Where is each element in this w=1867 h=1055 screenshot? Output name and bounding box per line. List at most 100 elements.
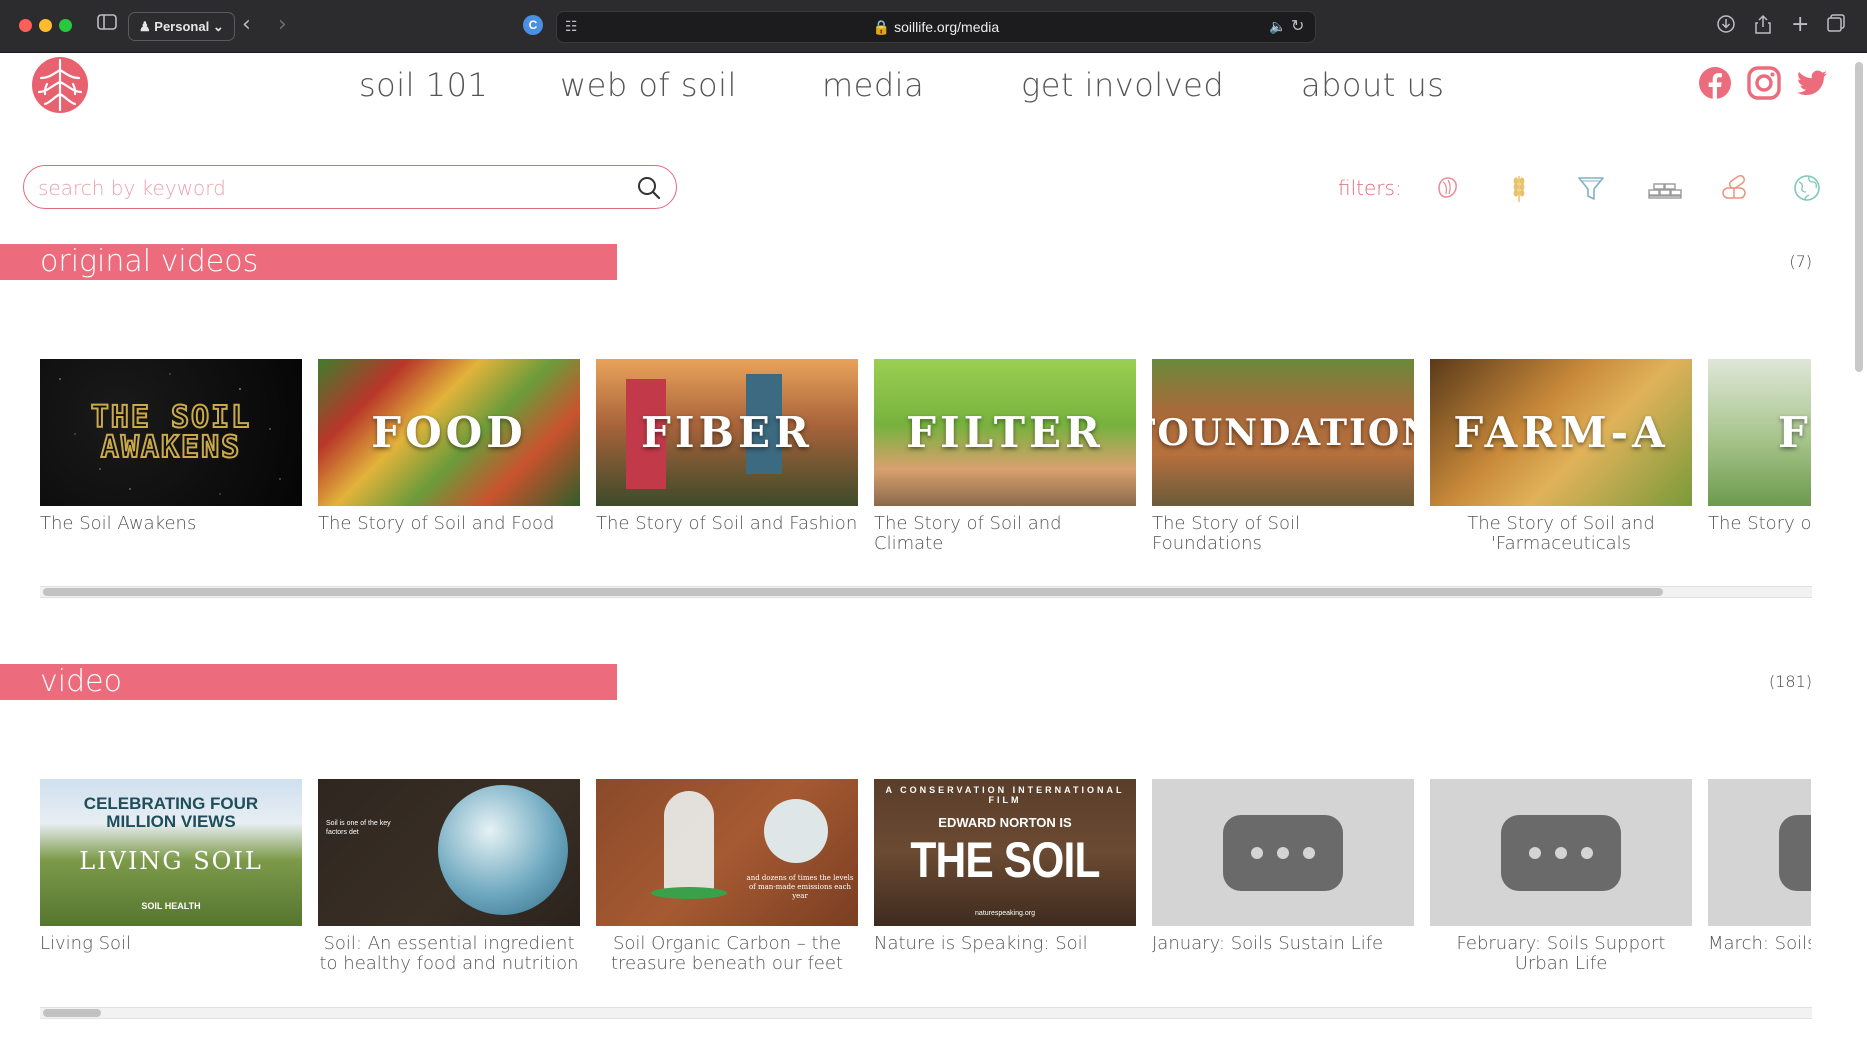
globe-image — [438, 785, 568, 915]
video-caption: The Story of Soil and Food — [318, 513, 555, 534]
video-card[interactable]: CELEBRATING FOUR MILLION VIEWS LIVING SO… — [40, 779, 302, 954]
globe-filter-icon[interactable] — [1791, 172, 1823, 204]
nav-about-us[interactable]: about us — [1301, 66, 1444, 104]
video-thumbnail[interactable]: FOOD — [318, 359, 580, 506]
sidebar-icon[interactable] — [97, 14, 117, 36]
search-icon[interactable] — [636, 175, 662, 201]
video-unavailable-icon — [1779, 815, 1811, 891]
video-card[interactable]: March: Soils — [1708, 779, 1811, 954]
video-thumbnail[interactable]: FIBER — [596, 359, 858, 506]
video-card[interactable]: FIBER The Story of Soil and Fashion — [596, 359, 858, 534]
extension-icon[interactable]: C — [523, 15, 543, 35]
share-icon[interactable] — [1754, 14, 1772, 40]
search-input[interactable] — [36, 172, 620, 204]
video-scrollbar[interactable] — [40, 1007, 1812, 1019]
minimize-window-button[interactable] — [39, 19, 52, 32]
video-unavailable-icon — [1223, 815, 1343, 891]
video-caption: The Story of Soil Foundations — [1152, 513, 1300, 554]
tab-overview-icon[interactable] — [1827, 14, 1845, 38]
section-title: original videos — [40, 244, 259, 279]
thumbnail-title: EDWARD NORTON IS — [938, 815, 1072, 830]
thumbnail-title: FILTER — [906, 408, 1104, 457]
pills-filter-icon[interactable] — [1719, 172, 1751, 204]
section-header-original-videos: original videos — [0, 244, 617, 280]
scrollbar-thumb[interactable] — [43, 1009, 101, 1017]
funnel-filter-icon[interactable] — [1575, 172, 1607, 204]
back-icon[interactable]: ‹ — [242, 14, 251, 36]
video-card[interactable]: and dozens of times the levels of man-ma… — [596, 779, 858, 974]
video-thumbnail[interactable]: Soil is one of the key factors det — [318, 779, 580, 926]
video-card[interactable]: A CONSERVATION INTERNATIONAL FILM EDWARD… — [874, 779, 1136, 954]
video-card[interactable]: THE SOIL AWAKENS The Soil Awakens — [40, 359, 302, 534]
video-caption: Living Soil — [40, 933, 132, 954]
video-thumbnail[interactable]: FARM-A — [1430, 359, 1692, 506]
soil-life-logo[interactable] — [31, 56, 89, 114]
original-videos-scrollbar[interactable] — [40, 586, 1812, 598]
video-card[interactable]: February: Soils Support Urban Life — [1430, 779, 1692, 974]
profile-switcher[interactable]: ♟ Personal ⌄ — [128, 12, 235, 41]
video-thumbnail[interactable]: and dozens of times the levels of man-ma… — [596, 779, 858, 926]
zoom-window-button[interactable] — [59, 19, 72, 32]
video-thumbnail[interactable] — [1708, 779, 1811, 926]
audio-playing-icon[interactable]: 🔈 — [1269, 16, 1286, 38]
person-icon: ♟ — [139, 19, 151, 34]
twitter-icon[interactable] — [1795, 66, 1829, 100]
facebook-icon[interactable] — [1698, 66, 1732, 100]
page-scrollbar-thumb[interactable] — [1855, 62, 1863, 372]
scrollbar-thumb[interactable] — [43, 588, 1663, 596]
video-thumbnail[interactable]: A CONSERVATION INTERNATIONAL FILM EDWARD… — [874, 779, 1136, 926]
video-card[interactable]: FILTER The Story of Soil and Climate — [874, 359, 1136, 554]
video-caption: February: Soils Support Urban Life — [1456, 933, 1666, 974]
reload-icon[interactable]: ↻ — [1291, 15, 1304, 37]
close-window-button[interactable] — [19, 19, 32, 32]
video-card[interactable]: FARM-A The Story of Soil and 'Farmaceuti… — [1430, 359, 1692, 554]
thumbnail-title: FIBER — [641, 408, 813, 457]
nav-soil-101[interactable]: soil 101 — [359, 66, 488, 104]
nav-web-of-soil[interactable]: web of soil — [560, 66, 737, 104]
forward-icon[interactable]: › — [278, 14, 287, 36]
nav-media[interactable]: media — [822, 66, 924, 104]
video-thumbnail[interactable]: FILTER — [874, 359, 1136, 506]
video-thumbnail[interactable]: CELEBRATING FOUR MILLION VIEWS LIVING SO… — [40, 779, 302, 926]
video-caption: The Story of S — [1708, 513, 1811, 534]
instagram-icon[interactable] — [1747, 66, 1781, 100]
video-carousel[interactable]: CELEBRATING FOUR MILLION VIEWS LIVING SO… — [40, 779, 1811, 979]
video-card[interactable]: FOOD The Story of Soil and Food — [318, 359, 580, 534]
video-thumbnail[interactable]: THE SOIL AWAKENS — [40, 359, 302, 506]
video-caption: Nature is Speaking: Soil — [874, 933, 1088, 954]
video-thumbnail[interactable] — [1430, 779, 1692, 926]
new-tab-icon[interactable]: + — [1791, 14, 1809, 36]
video-thumbnail[interactable]: F — [1708, 359, 1811, 506]
thumbnail-brand: SOIL HEALTH — [141, 901, 201, 911]
video-card[interactable]: January: Soils Sustain Life — [1152, 779, 1414, 954]
address-bar[interactable]: ☷ 🔒 soillife.org/media 🔈 ↻ — [556, 11, 1316, 43]
video-caption: Soil: An essential ingredient to healthy… — [319, 933, 579, 974]
video-card[interactable]: FOUNDATION The Story of Soil Foundations — [1152, 359, 1414, 554]
thumbnail-text: and dozens of times the levels of man-ma… — [746, 874, 854, 900]
video-thumbnail[interactable] — [1152, 779, 1414, 926]
video-caption: The Story of Soil and Fashion — [596, 513, 858, 534]
downloads-icon[interactable] — [1716, 14, 1736, 40]
video-card[interactable]: Soil is one of the key factors det Soil:… — [318, 779, 580, 974]
wheat-filter-icon[interactable] — [1503, 172, 1535, 204]
grass-base-image — [651, 887, 727, 899]
url-value: soillife.org/media — [894, 19, 1000, 35]
globe-image — [764, 799, 828, 863]
video-unavailable-icon — [1501, 815, 1621, 891]
nav-get-involved[interactable]: get involved — [1021, 66, 1224, 104]
bricks-filter-icon[interactable] — [1647, 172, 1682, 204]
thumbnail-subtitle: LIVING SOIL — [79, 847, 263, 875]
thumbnail-title: FOUNDATION — [1152, 411, 1414, 454]
video-caption: March: Soils — [1708, 933, 1811, 954]
root-filter-icon[interactable] — [1431, 172, 1463, 204]
thumbnail-title: THE SOIL AWAKENS — [90, 399, 252, 465]
video-caption: The Story of Soil and 'Farmaceuticals — [1467, 513, 1655, 554]
original-videos-carousel[interactable]: THE SOIL AWAKENS The Soil Awakens FOOD T… — [40, 359, 1811, 559]
video-card[interactable]: F The Story of S — [1708, 359, 1811, 534]
filters-label: filters: — [1338, 176, 1402, 200]
video-thumbnail[interactable]: FOUNDATION — [1152, 359, 1414, 506]
section-header-video: video — [0, 664, 617, 700]
section-title: video — [40, 664, 122, 699]
thumbnail-title: FARM-A — [1453, 408, 1669, 457]
video-caption: Soil Organic Carbon – the treasure benea… — [610, 933, 844, 974]
